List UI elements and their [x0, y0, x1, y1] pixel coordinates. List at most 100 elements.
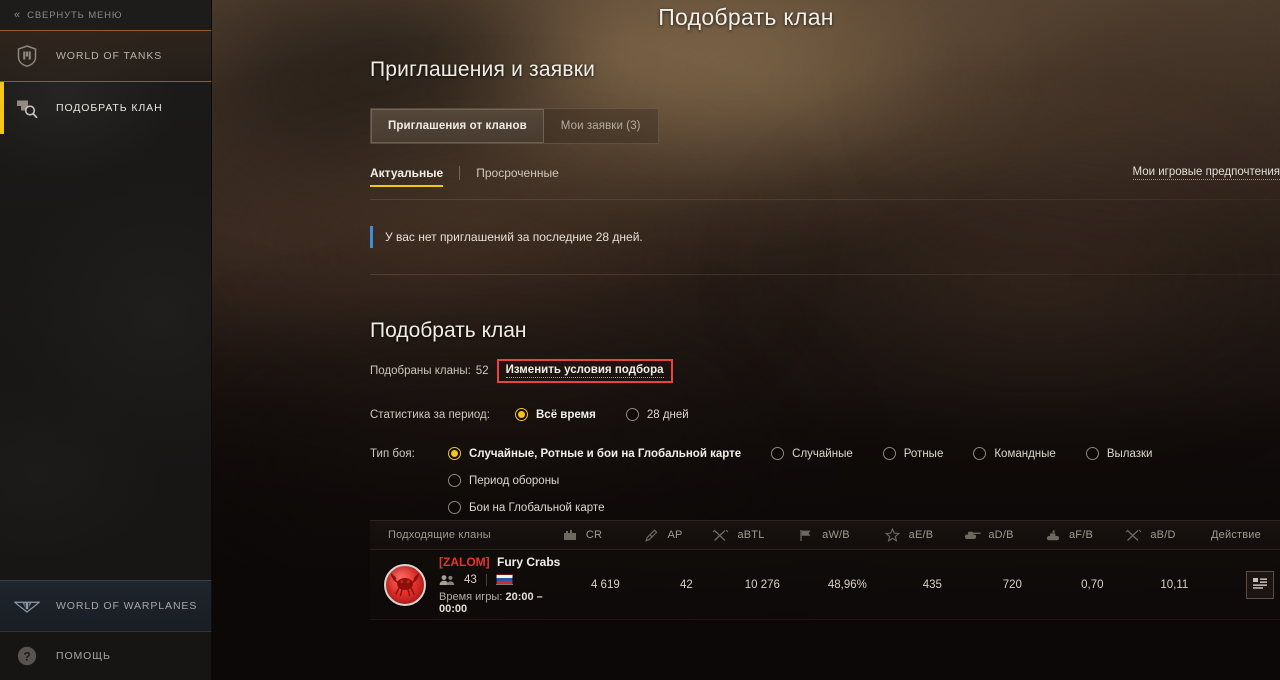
table-row[interactable]: [ZALOM] Fury Crabs 43 Время игры: 20:00 … [370, 550, 1280, 620]
column-header-label: Подходящие кланы [388, 529, 491, 541]
no-invitations-notice: У вас нет приглашений за последние 28 дн… [370, 226, 1280, 248]
cell-afb: 0,70 [1081, 578, 1104, 591]
radio-indicator [771, 447, 785, 460]
column-header-label: aE/B [908, 529, 934, 541]
find-clan-heading: Подобрать клан [370, 319, 527, 342]
column-header-abd[interactable]: aB/D [1108, 528, 1192, 542]
column-header-aeb[interactable]: aE/B [868, 528, 948, 542]
radio-label: Ротные [903, 447, 944, 460]
flag-icon [796, 528, 816, 542]
collapse-menu-button[interactable]: « СВЕРНУТЬ МЕНЮ [0, 0, 212, 30]
cell-awb: 48,96% [827, 578, 867, 591]
clan-tag: [ZALOM] [439, 554, 490, 569]
sidebar-item-find-clan[interactable]: ПОДОБРАТЬ КЛАН [0, 82, 212, 134]
tab-my-applications[interactable]: Мои заявки (3) [544, 109, 658, 143]
stats-period-label: Статистика за период: [370, 409, 490, 421]
column-header-adb[interactable]: aD/B [948, 528, 1028, 542]
column-header-label: CR [585, 529, 603, 541]
column-header-label: aB/D [1150, 529, 1176, 541]
radio-global-map[interactable]: Бои на Глобальной карте [448, 501, 604, 514]
column-header-label: aBTL [737, 529, 765, 541]
clan-name: Fury Crabs [497, 554, 561, 569]
content-column: Приглашения и заявки Приглашения от клан… [370, 58, 1280, 620]
star-icon [883, 528, 903, 542]
subtab-expired[interactable]: Просроченные [476, 166, 559, 187]
radio-team[interactable]: Командные [973, 447, 1056, 460]
sidebar-item-world-of-warplanes[interactable]: WORLD OF WARPLANES [0, 580, 212, 632]
column-header-label: AP [667, 529, 683, 541]
table-header-row: Подходящие кланы CR AP aBTL aW/B aE/B aD… [370, 520, 1280, 550]
ru-flag-icon [495, 574, 513, 585]
invitations-segmented-tabs: Приглашения от кланов Мои заявки (3) [370, 108, 659, 144]
column-header-afb[interactable]: aF/B [1028, 528, 1108, 542]
radio-all-time[interactable]: Всё время [515, 408, 596, 421]
radio-company[interactable]: Ротные [882, 447, 944, 460]
radio-label: Бои на Глобальной карте [469, 501, 605, 514]
column-header-abtl[interactable]: aBTL [698, 528, 778, 542]
cell-adb: 720 [1002, 578, 1022, 591]
tab-clan-invitations[interactable]: Приглашения от кланов [371, 109, 544, 143]
clan-meta: 43 [439, 573, 560, 586]
column-header-awb[interactable]: aW/B [778, 528, 868, 542]
column-header-name[interactable]: Подходящие кланы [370, 529, 536, 541]
sidebar-item-label: ПОДОБРАТЬ КЛАН [56, 102, 163, 114]
cell-abd: 10,11 [1160, 578, 1189, 591]
radio-indicator [882, 447, 896, 460]
column-header-cr[interactable]: CR [536, 528, 626, 542]
burning-tank-icon [1043, 528, 1063, 542]
column-header-action: Действие [1192, 529, 1280, 541]
cell-cr: 4 619 [590, 578, 620, 591]
radio-label: Командные [994, 447, 1056, 460]
column-header-label: Действие [1211, 529, 1261, 541]
pen-icon [641, 528, 661, 542]
clan-play-time: Время игры: 20:00 – 00:00 [439, 591, 560, 615]
change-search-criteria-link[interactable]: Изменить условия подбора [505, 364, 664, 378]
members-count: 43 [464, 573, 477, 586]
sidebar: « СВЕРНУТЬ МЕНЮ WORLD OF TANKS ПОДОБРАТЬ… [0, 0, 212, 680]
radio-sorties[interactable]: Вылазки [1085, 447, 1152, 460]
column-header-ap[interactable]: AP [626, 528, 698, 542]
subtab-actual[interactable]: Актуальные [370, 166, 444, 187]
page-title: Подобрать клан [658, 4, 834, 30]
stats-period-row: Статистика за период: Всё время 28 дней [370, 408, 1280, 421]
radio-indicator [448, 474, 461, 487]
column-header-label: aW/B [822, 529, 850, 541]
main-content: Подобрать клан Приглашения и заявки Приг… [212, 0, 1280, 680]
radio-28-days[interactable]: 28 дней [625, 408, 689, 421]
sidebar-item-world-of-tanks[interactable]: WORLD OF TANKS [0, 30, 212, 82]
wowp-wings-icon [14, 593, 40, 619]
clan-play-time-label: Время игры: [439, 590, 503, 603]
radio-indicator [1085, 447, 1099, 460]
question-mark-icon: ? [14, 643, 40, 669]
notice-text: У вас нет приглашений за последние 28 дн… [385, 230, 643, 244]
chevron-left-double-icon: « [14, 8, 20, 21]
wot-shield-icon [14, 43, 40, 69]
column-header-label: aF/B [1068, 529, 1094, 541]
divider [370, 274, 1280, 275]
sidebar-item-label: WORLD OF WARPLANES [56, 600, 198, 612]
cell-ap: 42 [679, 578, 693, 591]
column-header-label: aD/B [988, 529, 1014, 541]
my-game-preferences-link[interactable]: Мои игровые предпочтения [1132, 166, 1280, 180]
meta-separator [485, 573, 487, 586]
radio-indicator [448, 447, 461, 460]
radio-defense-period[interactable]: Период обороны [448, 474, 559, 487]
radio-indicator [625, 408, 639, 421]
clan-cell[interactable]: [ZALOM] Fury Crabs 43 Время игры: 20:00 … [370, 555, 560, 615]
app-root: « СВЕРНУТЬ МЕНЮ WORLD OF TANKS ПОДОБРАТЬ… [0, 0, 1280, 680]
swords-icon [1124, 528, 1144, 542]
radio-label: Случайные, Ротные и бои на Глобальной ка… [469, 447, 742, 460]
red-crab-emblem [384, 563, 426, 606]
radio-label: 28 дней [646, 408, 689, 421]
sidebar-item-help[interactable]: ? ПОМОЩЬ [0, 632, 212, 680]
clan-search-icon [14, 95, 40, 121]
radio-random-company-global[interactable]: Случайные, Ротные и бои на Глобальной ка… [448, 447, 741, 460]
tank-icon [962, 528, 982, 542]
divider [370, 199, 1280, 200]
details-list-icon-button[interactable] [1246, 570, 1275, 599]
battle-type-row: Тип боя: Случайные, Ротные и бои на Глоб… [370, 447, 1280, 514]
notice-accent-bar [370, 226, 373, 248]
radio-label: Период обороны [469, 474, 560, 487]
radio-label: Всё время [536, 408, 596, 421]
radio-random[interactable]: Случайные [771, 447, 853, 460]
